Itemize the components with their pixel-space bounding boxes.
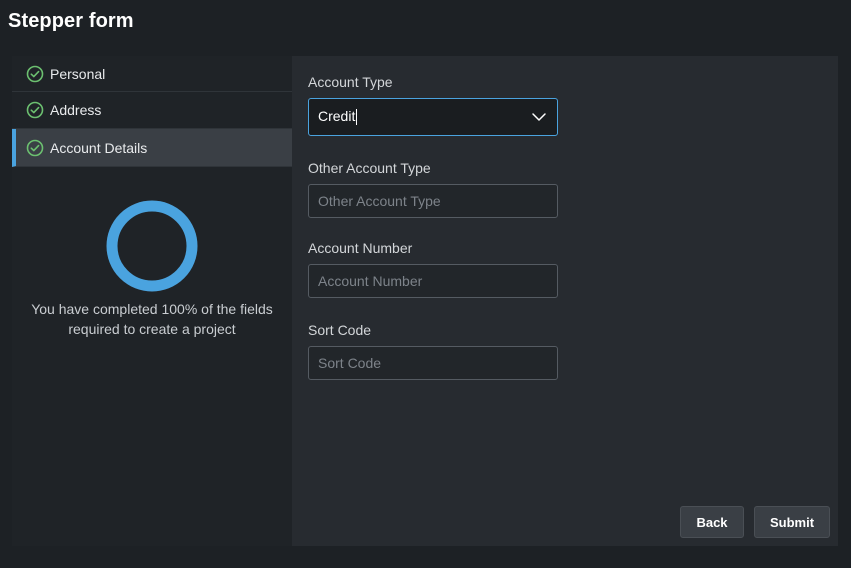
sort-code-input[interactable] — [308, 346, 558, 380]
step-label: Address — [50, 102, 102, 118]
account-number-input[interactable] — [308, 264, 558, 298]
form-content: Account Type Credit Other Account Type A… — [292, 56, 838, 546]
sort-code-label: Sort Code — [308, 322, 372, 338]
check-circle-icon — [26, 65, 44, 83]
check-circle-icon — [26, 101, 44, 119]
field-account-number: Account Number — [308, 240, 558, 298]
back-button[interactable]: Back — [680, 506, 744, 538]
account-type-value: Credit — [318, 108, 358, 125]
field-other-account-type: Other Account Type — [308, 160, 558, 218]
field-sort-code: Sort Code — [308, 322, 558, 380]
other-account-type-input[interactable] — [308, 184, 558, 218]
progress-message: You have completed 100% of the fields re… — [31, 301, 273, 337]
stepper-panel: Personal Address Account Details You hav… — [12, 56, 838, 546]
other-account-type-label: Other Account Type — [308, 160, 431, 176]
step-label: Account Details — [50, 139, 148, 156]
account-type-select[interactable]: Credit — [308, 98, 558, 136]
page-title: Stepper form — [8, 10, 134, 32]
chevron-down-icon — [531, 109, 547, 125]
step-address[interactable]: Address — [12, 92, 292, 129]
progress-ring — [106, 200, 198, 292]
step-personal[interactable]: Personal — [12, 56, 292, 92]
submit-button[interactable]: Submit — [754, 506, 830, 538]
step-account-details[interactable]: Account Details — [12, 129, 292, 167]
stepper-sidebar: Personal Address Account Details You hav… — [12, 56, 292, 546]
account-number-label: Account Number — [308, 240, 413, 256]
field-account-type: Account Type Credit — [308, 74, 558, 136]
step-label: Personal — [50, 65, 106, 82]
account-type-label: Account Type — [308, 74, 393, 90]
check-circle-icon — [26, 139, 44, 157]
